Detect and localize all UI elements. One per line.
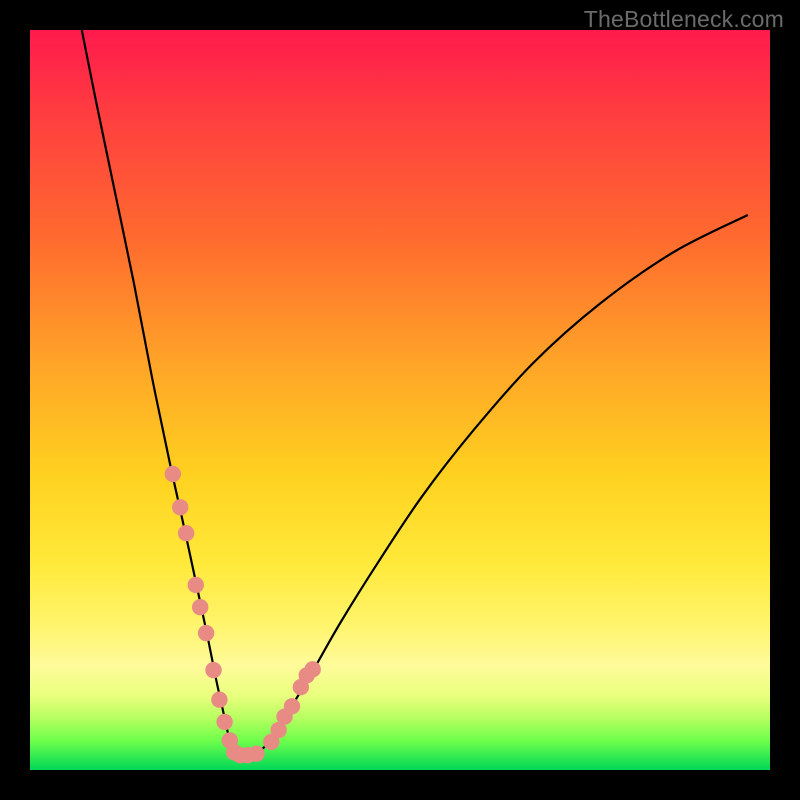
marker-dot xyxy=(284,698,300,714)
marker-dot xyxy=(211,692,227,708)
marker-dot xyxy=(192,599,208,615)
marker-dot xyxy=(198,625,214,641)
plot-area xyxy=(30,30,770,770)
outer-frame: TheBottleneck.com xyxy=(0,0,800,800)
marker-dots xyxy=(165,466,321,764)
marker-dot xyxy=(178,525,194,541)
bottleneck-curve xyxy=(82,30,748,756)
marker-dot xyxy=(205,662,221,678)
marker-dot xyxy=(248,746,264,762)
marker-dot xyxy=(188,577,204,593)
plot-svg xyxy=(30,30,770,770)
marker-dot xyxy=(304,661,320,677)
marker-dot xyxy=(216,714,232,730)
watermark-text: TheBottleneck.com xyxy=(584,6,784,33)
marker-dot xyxy=(172,499,188,515)
marker-dot xyxy=(165,466,181,482)
